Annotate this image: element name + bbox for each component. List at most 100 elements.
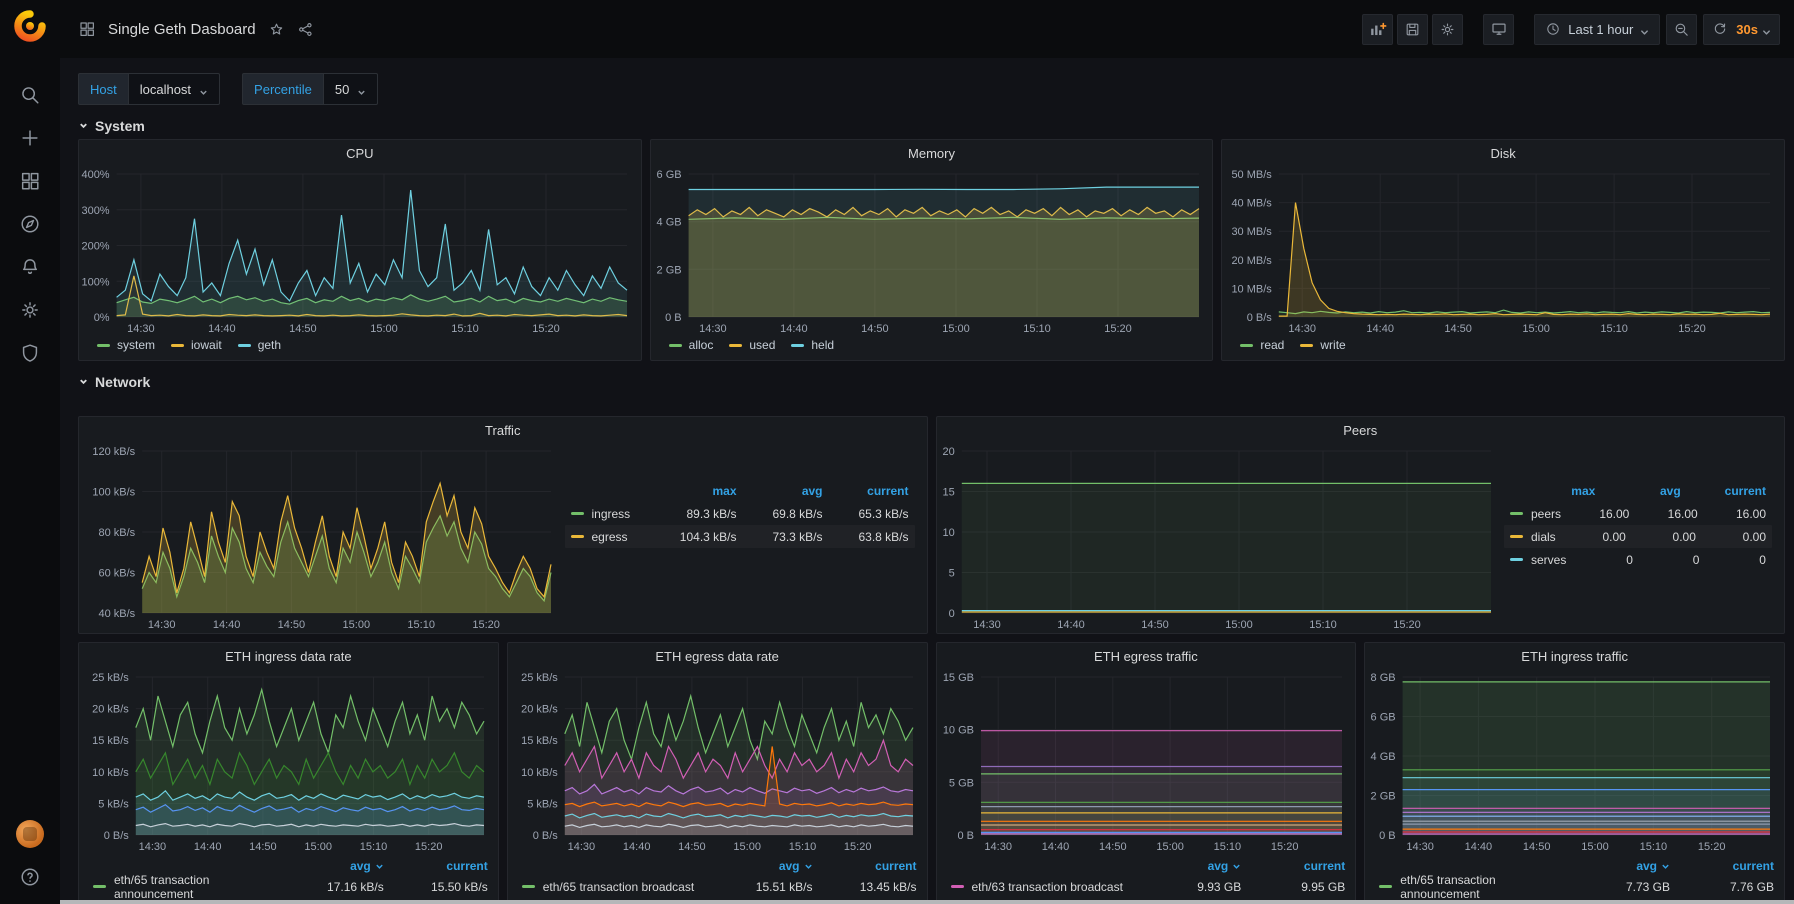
star-icon[interactable]	[268, 21, 285, 38]
legend-row[interactable]: eth/65 transaction broadcast15.51 kB/s13…	[522, 876, 917, 897]
chart-svg[interactable]: 14:3014:4014:5015:0015:1015:2005101520	[937, 443, 1505, 633]
svg-text:15:20: 15:20	[844, 841, 872, 853]
chart-svg[interactable]: 14:3014:4014:5015:0015:1015:200%100%200%…	[79, 166, 641, 337]
configuration-gear-icon[interactable]	[19, 299, 41, 321]
percentile-variable-select[interactable]: 50	[323, 73, 378, 105]
legend-item[interactable]: used	[729, 338, 775, 352]
legend-item[interactable]: system	[97, 338, 155, 352]
svg-text:14:50: 14:50	[289, 323, 317, 335]
legend-row[interactable]: egress104.3 kB/s73.3 kB/s63.8 kB/s	[565, 525, 915, 548]
disk-chart[interactable]: 14:3014:4014:5015:0015:1015:200 B/s10 MB…	[1222, 166, 1784, 337]
panel-title[interactable]: CPU	[79, 140, 641, 166]
legend-item[interactable]: write	[1300, 338, 1345, 352]
panel-title[interactable]: Traffic	[79, 417, 927, 443]
user-avatar[interactable]	[16, 820, 44, 848]
dashboards-icon[interactable]	[19, 170, 41, 192]
svg-text:0 B/s: 0 B/s	[532, 830, 558, 842]
legend-row[interactable]: peers16.0016.0016.00	[1504, 502, 1772, 525]
search-icon[interactable]	[19, 84, 41, 106]
eth-ingress-traffic-chart[interactable]: 14:3014:4014:5015:0015:1015:200 B2 GB4 G…	[1365, 669, 1784, 855]
add-panel-button[interactable]	[1362, 14, 1393, 45]
chart-svg[interactable]: 14:3014:4014:5015:0015:1015:200 B/s5 kB/…	[508, 669, 927, 855]
host-variable-select[interactable]: localhost	[128, 73, 220, 105]
panel-title[interactable]: ETH egress data rate	[508, 643, 927, 669]
legend-header: avgcurrent	[951, 855, 1346, 876]
legend-item[interactable]: held	[791, 338, 834, 352]
explore-compass-icon[interactable]	[19, 213, 41, 235]
chart-svg[interactable]: 14:3014:4014:5015:0015:1015:2040 kB/s60 …	[79, 443, 565, 633]
chart-svg[interactable]: 14:3014:4014:5015:0015:1015:200 B2 GB4 G…	[651, 166, 1213, 337]
eth-egress-data-rate-legend: avgcurrenteth/65 transaction broadcast15…	[508, 855, 927, 903]
eth-egress-traffic-chart[interactable]: 14:3014:4014:5015:0015:1015:200 B5 GB10 …	[937, 669, 1356, 855]
dashboard-title[interactable]: Single Geth Dasboard	[108, 21, 256, 38]
alerting-bell-icon[interactable]	[19, 256, 41, 278]
chart-svg[interactable]: 14:3014:4014:5015:0015:1015:200 B/s10 MB…	[1222, 166, 1784, 337]
legend-item[interactable]: iowait	[171, 338, 222, 352]
cycle-view-mode-button[interactable]	[1483, 14, 1514, 45]
refresh-picker[interactable]: 30s	[1703, 14, 1780, 45]
refresh-interval[interactable]: 30s	[1736, 22, 1771, 37]
legend-row[interactable]: eth/65 transaction announcement17.16 kB/…	[93, 876, 488, 897]
svg-text:15:20: 15:20	[415, 841, 443, 853]
top-navbar: Single Geth Dasboard Last 1 hour	[60, 0, 1794, 58]
grafana-logo[interactable]	[12, 8, 48, 44]
svg-text:5 kB/s: 5 kB/s	[527, 798, 558, 810]
svg-text:25 kB/s: 25 kB/s	[521, 672, 558, 684]
svg-text:120 kB/s: 120 kB/s	[92, 446, 135, 458]
legend-item[interactable]: geth	[238, 338, 281, 352]
svg-text:15:00: 15:00	[1523, 323, 1551, 335]
row-header-system[interactable]: System	[78, 113, 1785, 139]
row-label: System	[95, 118, 145, 134]
panel-title[interactable]: Memory	[651, 140, 1213, 166]
svg-text:100 kB/s: 100 kB/s	[92, 487, 135, 499]
row-header-network[interactable]: Network	[78, 369, 1785, 395]
svg-text:15:10: 15:10	[407, 619, 435, 631]
panel-title[interactable]: Disk	[1222, 140, 1784, 166]
horizontal-scrollbar[interactable]	[60, 900, 1794, 904]
zoom-out-button[interactable]	[1666, 14, 1697, 45]
eth-egress-data-rate-chart[interactable]: 14:3014:4014:5015:0015:1015:200 B/s5 kB/…	[508, 669, 927, 855]
svg-text:10 kB/s: 10 kB/s	[521, 767, 558, 779]
create-plus-icon[interactable]	[19, 127, 41, 149]
chevron-down-icon	[199, 85, 208, 94]
chart-svg[interactable]: 14:3014:4014:5015:0015:1015:200 B2 GB4 G…	[1365, 669, 1784, 855]
peers-legend-table: maxavgcurrentpeers16.0016.0016.00dials0.…	[1504, 443, 1784, 633]
memory-legend: alloc used held	[651, 337, 1213, 360]
svg-text:14:50: 14:50	[1523, 841, 1551, 853]
legend-item[interactable]: read	[1240, 338, 1284, 352]
svg-text:15:00: 15:00	[1225, 619, 1253, 631]
legend-row[interactable]: ingress89.3 kB/s69.8 kB/s65.3 kB/s	[565, 502, 915, 525]
legend-row[interactable]: dials0.000.000.00	[1504, 525, 1772, 548]
svg-text:15:00: 15:00	[370, 323, 398, 335]
legend-row[interactable]: serves000	[1504, 548, 1772, 571]
peers-chart[interactable]: 14:3014:4014:5015:0015:1015:2005101520	[937, 443, 1505, 633]
svg-text:10 kB/s: 10 kB/s	[92, 767, 129, 779]
memory-chart[interactable]: 14:3014:4014:5015:0015:1015:200 B2 GB4 G…	[651, 166, 1213, 337]
network-row-2: ETH ingress data rate 14:3014:4014:5015:…	[78, 642, 1785, 904]
cpu-chart[interactable]: 14:3014:4014:5015:0015:1015:200%100%200%…	[79, 166, 641, 337]
svg-text:0 B: 0 B	[665, 312, 682, 324]
save-dashboard-button[interactable]	[1397, 14, 1428, 45]
panel-title[interactable]: ETH egress traffic	[937, 643, 1356, 669]
help-icon[interactable]	[19, 866, 41, 888]
chart-svg[interactable]: 14:3014:4014:5015:0015:1015:200 B5 GB10 …	[937, 669, 1356, 855]
traffic-chart[interactable]: 14:3014:4014:5015:0015:1015:2040 kB/s60 …	[79, 443, 565, 633]
svg-text:15:00: 15:00	[1156, 841, 1184, 853]
panel-title[interactable]: Peers	[937, 417, 1785, 443]
server-admin-shield-icon[interactable]	[19, 342, 41, 364]
svg-text:14:40: 14:40	[623, 841, 651, 853]
legend-row[interactable]: eth/65 transaction announcement7.73 GB7.…	[1379, 876, 1774, 897]
svg-text:0 B/s: 0 B/s	[1247, 312, 1273, 324]
panel-title[interactable]: ETH ingress traffic	[1365, 643, 1784, 669]
eth-ingress-data-rate-chart[interactable]: 14:3014:4014:5015:0015:1015:200 B/s5 kB/…	[79, 669, 498, 855]
chart-svg[interactable]: 14:3014:4014:5015:0015:1015:200 B/s5 kB/…	[79, 669, 498, 855]
panel-title[interactable]: ETH ingress data rate	[79, 643, 498, 669]
dashboard-settings-button[interactable]	[1432, 14, 1463, 45]
svg-text:15:00: 15:00	[733, 841, 761, 853]
legend-item[interactable]: alloc	[669, 338, 714, 352]
svg-text:15 kB/s: 15 kB/s	[92, 735, 129, 747]
time-range-picker[interactable]: Last 1 hour	[1534, 14, 1660, 45]
share-icon[interactable]	[297, 21, 314, 38]
legend-row[interactable]: eth/63 transaction broadcast9.93 GB9.95 …	[951, 876, 1346, 897]
svg-text:5 kB/s: 5 kB/s	[98, 798, 129, 810]
